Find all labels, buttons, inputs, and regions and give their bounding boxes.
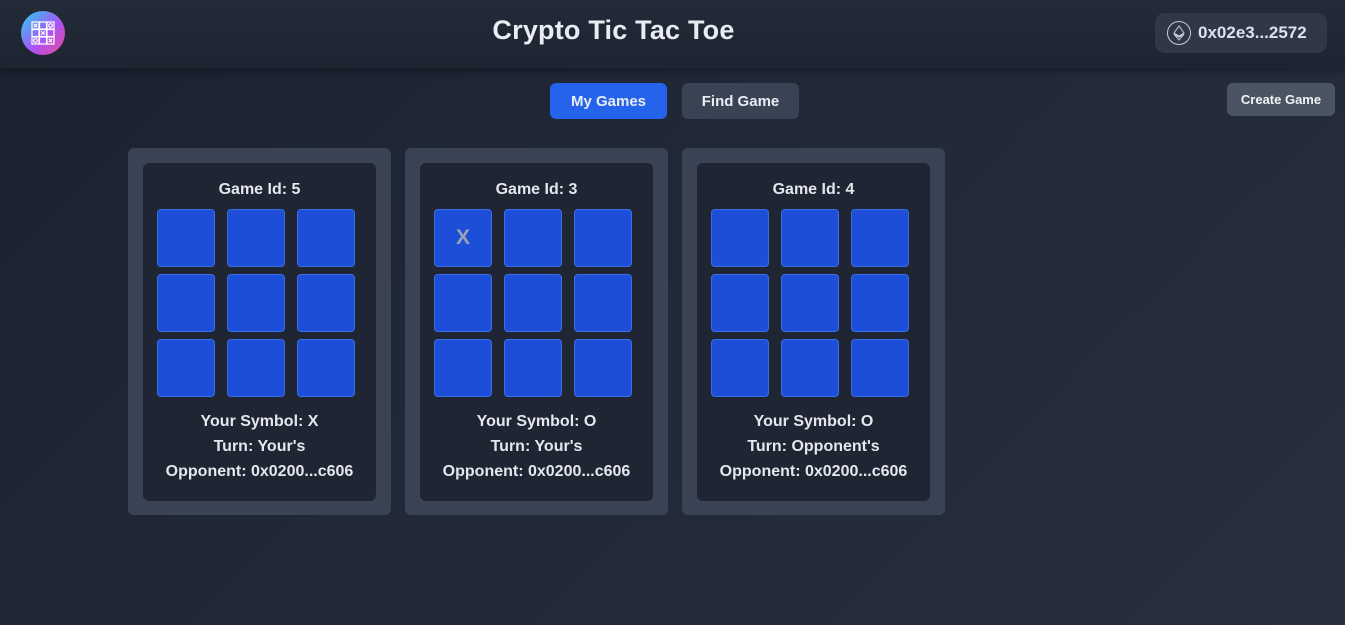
game-board [157,209,355,397]
board-cell[interactable] [851,209,909,267]
board-cell[interactable] [297,209,355,267]
tab-my-games[interactable]: My Games [550,83,667,119]
game-card-body: Game Id: 5 Your Symbol: X Turn: Your's O… [143,163,376,501]
app-title: Crypto Tic Tac Toe [492,15,735,45]
game-card-body: Game Id: 3 X Your Symbol: O Turn: Your's… [420,163,653,501]
board-cell[interactable] [574,339,632,397]
your-symbol-text: Your Symbol: O [476,413,597,430]
game-id-label: Game Id: 3 [495,181,578,198]
game-id-label: Game Id: 5 [218,181,301,198]
board-cell[interactable] [781,339,839,397]
board-cell[interactable] [157,274,215,332]
game-board [711,209,909,397]
board-cell[interactable] [504,339,562,397]
wallet-button[interactable]: 0x02e3...2572 [1155,13,1327,53]
tab-find-game[interactable]: Find Game [682,83,799,119]
board-cell[interactable] [504,209,562,267]
game-id-label: Game Id: 4 [772,181,855,198]
board-cell[interactable] [434,339,492,397]
opponent-text: Opponent: 0x0200...c606 [719,463,908,480]
board-cell[interactable] [851,339,909,397]
game-board: X [434,209,632,397]
board-cell[interactable]: X [434,209,492,267]
board-cell[interactable] [504,274,562,332]
board-cell[interactable] [781,274,839,332]
opponent-text: Opponent: 0x0200...c606 [165,463,354,480]
board-cell[interactable] [711,274,769,332]
board-cell[interactable] [574,209,632,267]
board-cell[interactable] [157,339,215,397]
board-cell[interactable] [711,209,769,267]
board-cell[interactable] [434,274,492,332]
create-game-button[interactable]: Create Game [1227,83,1335,116]
board-cell[interactable] [227,209,285,267]
wallet-address: 0x02e3...2572 [1198,23,1307,42]
your-symbol-text: Your Symbol: O [753,413,874,430]
board-cell[interactable] [297,274,355,332]
board-cell[interactable] [711,339,769,397]
board-cell[interactable] [574,274,632,332]
board-cell[interactable] [851,274,909,332]
board-cell[interactable] [227,274,285,332]
ethereum-icon [1167,21,1191,45]
your-symbol-text: Your Symbol: X [200,413,319,430]
turn-text: Turn: Opponent's [747,438,880,455]
game-card-body: Game Id: 4 Your Symbol: O Turn: Opponent… [697,163,930,501]
turn-text: Turn: Your's [213,438,306,455]
board-cell[interactable] [781,209,839,267]
opponent-text: Opponent: 0x0200...c606 [442,463,631,480]
board-cell[interactable] [227,339,285,397]
game-card: Game Id: 3 X Your Symbol: O Turn: Your's… [405,148,668,515]
board-cell[interactable] [157,209,215,267]
board-cell[interactable] [297,339,355,397]
turn-text: Turn: Your's [490,438,583,455]
game-card: Game Id: 4 Your Symbol: O Turn: Opponent… [682,148,945,515]
game-card: Game Id: 5 Your Symbol: X Turn: Your's O… [128,148,391,515]
app-header: Crypto Tic Tac Toe 0x02e3...2572 [0,0,1345,68]
